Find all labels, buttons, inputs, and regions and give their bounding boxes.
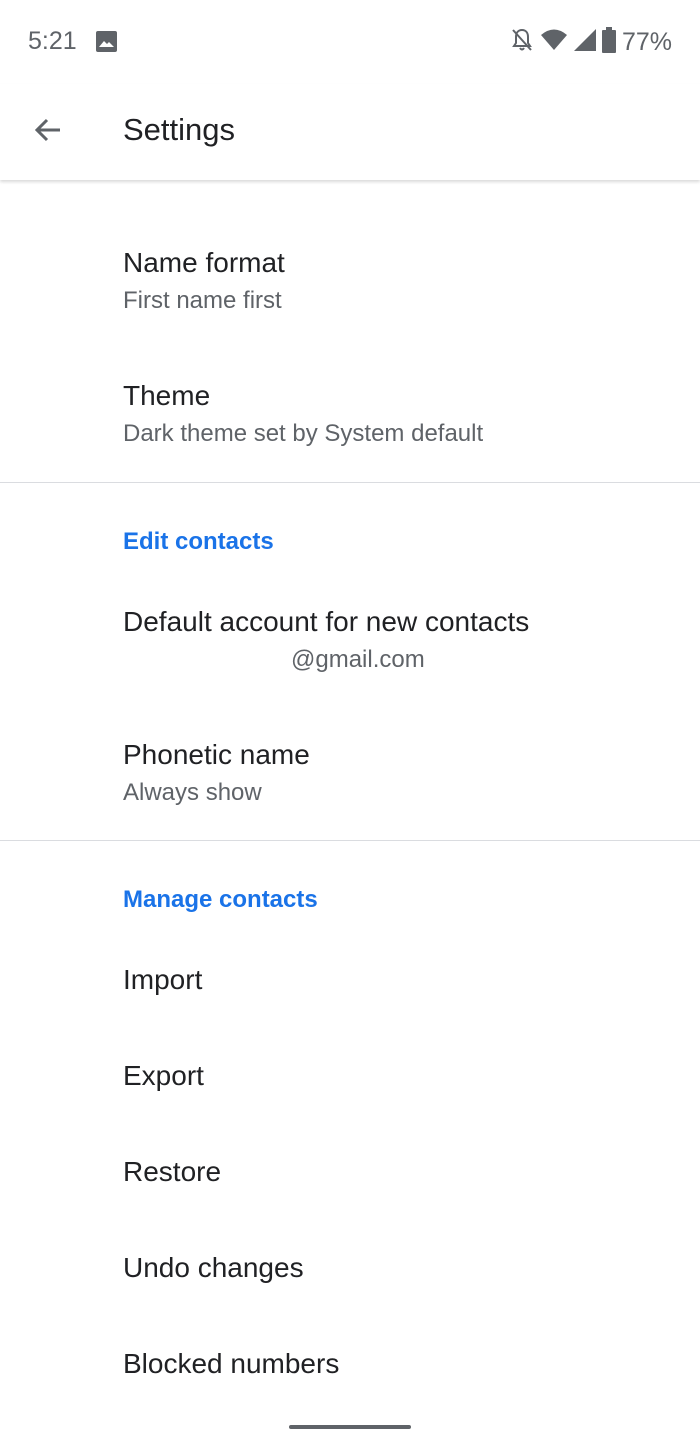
page-title: Settings [123,112,236,147]
divider [0,840,700,841]
status-icons: 77% [510,26,672,58]
category-edit-contacts: Edit contacts [123,528,274,555]
preference-summary: Always show [123,779,262,806]
restore-preference[interactable]: Restore [123,1156,676,1188]
undo-changes-preference[interactable]: Undo changes [123,1252,676,1284]
name-format-preference[interactable]: Name format First name first [123,245,676,317]
phonetic-name-preference[interactable]: Phonetic name Always show [123,737,676,809]
app-bar: Settings [0,84,700,180]
divider [0,482,700,483]
preference-title: Default account for new contacts [123,606,530,637]
image-icon [96,31,117,52]
default-account-preference[interactable]: Default account for new contacts @gmail.… [123,604,676,676]
email-domain: @gmail.com [291,646,425,673]
notifications-off-icon [510,27,534,58]
preference-summary: First name first [123,287,282,314]
import-preference[interactable]: Import [123,964,676,996]
preference-title: Name format [123,247,285,278]
preference-summary: Dark theme set by System default [123,420,484,447]
battery-icon [601,26,616,58]
preference-title: Phonetic name [123,739,310,770]
preference-summary: @gmail.com [123,644,676,676]
battery-percent: 77% [621,27,672,56]
theme-preference[interactable]: Theme Dark theme set by System default [123,378,676,450]
cellular-signal-icon [573,28,596,56]
export-preference[interactable]: Export [123,1060,676,1092]
blocked-numbers-preference[interactable]: Blocked numbers [123,1348,676,1380]
arrow-back-icon [33,115,63,150]
back-button[interactable] [22,106,74,158]
category-manage-contacts: Manage contacts [123,886,318,913]
preference-title: Theme [123,380,211,411]
status-time: 5:21 [28,27,77,55]
status-bar: 5:21 77% [0,0,700,84]
wifi-icon [540,28,568,57]
gesture-nav-handle[interactable] [289,1425,411,1429]
